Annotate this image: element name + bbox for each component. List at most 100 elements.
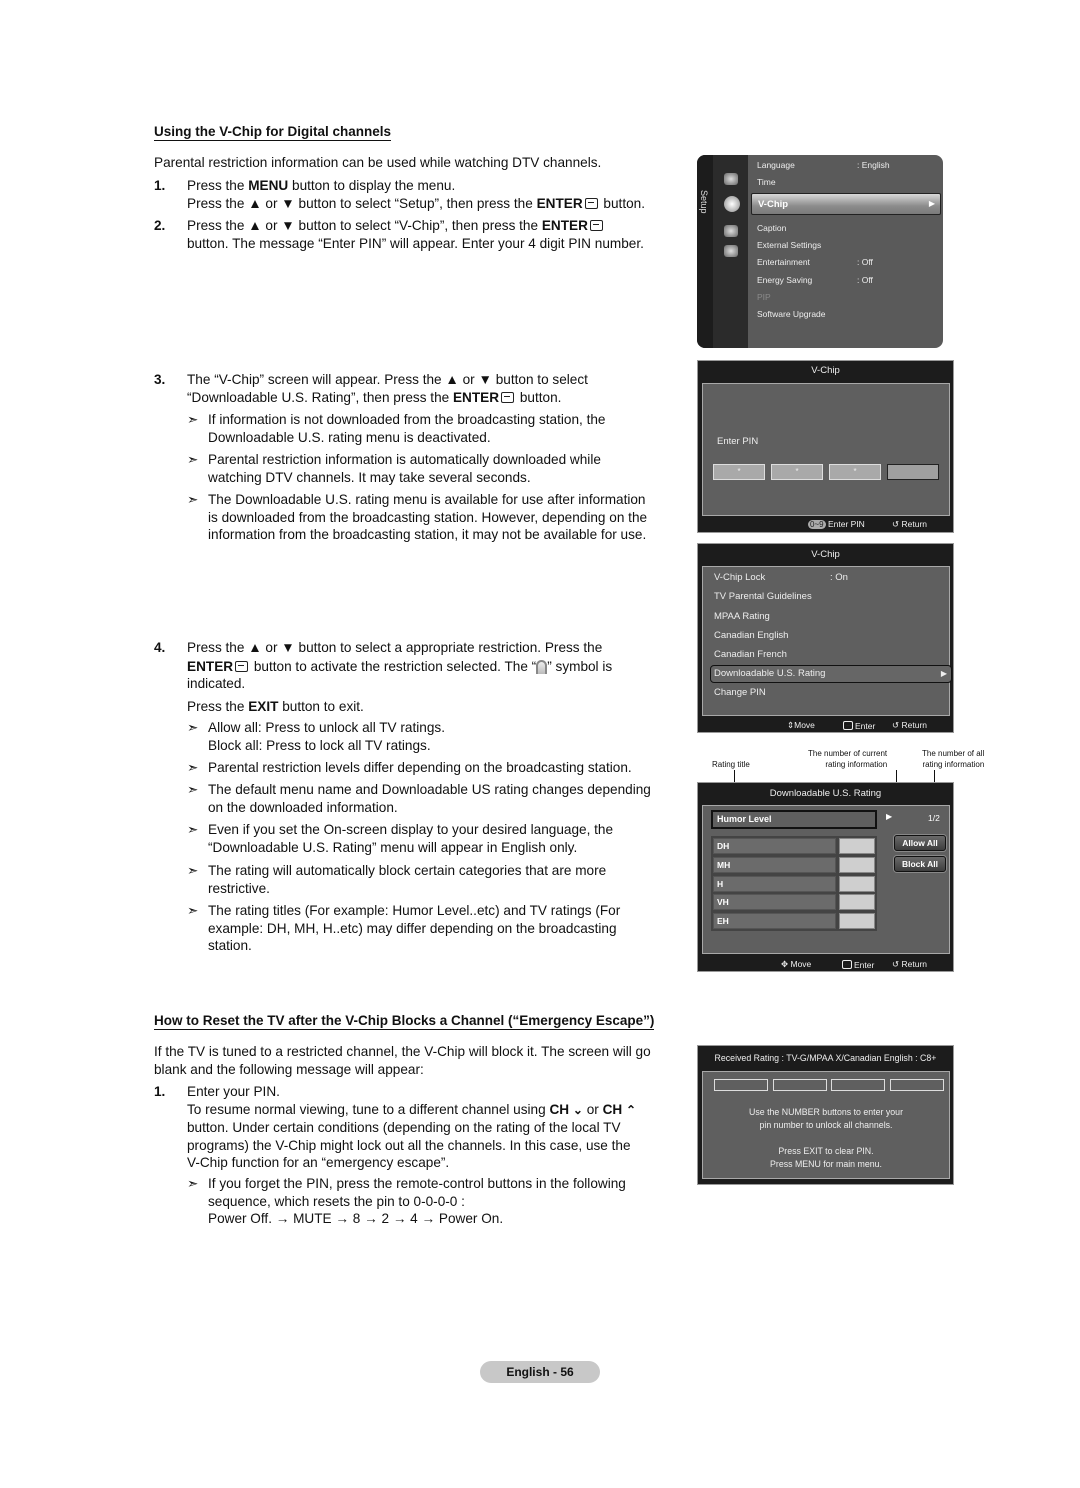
exit-menu-instructions: Press EXIT to clear PIN. Press MENU for … bbox=[703, 1145, 949, 1171]
key-enter: ENTER bbox=[452, 389, 500, 405]
menu-item-entertainment[interactable]: Entertainment: Off bbox=[757, 257, 873, 267]
text: “Downloadable U.S. Rating”, then press t… bbox=[187, 389, 453, 405]
menu-item-label: Canadian French bbox=[714, 649, 787, 660]
pin-digit-field[interactable]: * bbox=[829, 464, 881, 480]
pin-digit-field[interactable]: * bbox=[713, 464, 765, 480]
text: The default menu name and Downloadable U… bbox=[208, 782, 651, 797]
text: The number of all bbox=[922, 749, 985, 758]
rating-lock-cell[interactable] bbox=[839, 894, 875, 910]
note-arrow-icon: ➣ bbox=[187, 863, 199, 878]
menu-item-caption[interactable]: Caption bbox=[757, 223, 786, 233]
hint-label: Return bbox=[901, 959, 928, 969]
menu-item-label: External Settings bbox=[757, 240, 822, 250]
key-enter: ENTER bbox=[536, 195, 583, 211]
menu-item-time[interactable]: Time bbox=[757, 177, 776, 187]
key-exit: EXIT bbox=[248, 698, 279, 714]
text: If you forget the PIN, press the remote-… bbox=[208, 1176, 626, 1191]
rating-lock-cell[interactable] bbox=[839, 838, 875, 854]
menu-item-downloadable-us-rating[interactable]: Downloadable U.S. Rating ▶ bbox=[710, 665, 952, 683]
step-number: 4. bbox=[154, 640, 166, 655]
menu-item-label: Software Upgrade bbox=[757, 309, 826, 319]
downloadable-rating-screenshot: Downloadable U.S. Rating Humor Level ▶ 1… bbox=[697, 782, 954, 972]
note-arrow-icon: ➣ bbox=[187, 1176, 199, 1191]
note-arrow-icon: ➣ bbox=[187, 412, 199, 427]
text: Press the ▲ or ▼ button to select “Setup… bbox=[187, 195, 537, 211]
text: Use the NUMBER buttons to enter your bbox=[748, 1107, 903, 1117]
block-all-button[interactable]: Block All bbox=[894, 856, 946, 872]
text: button to activate the restriction selec… bbox=[250, 658, 537, 674]
pin-digit-field[interactable] bbox=[831, 1079, 885, 1091]
dialog-body: V-Chip Lock: On TV Parental Guidelines M… bbox=[702, 566, 952, 716]
pin-digit-field[interactable] bbox=[890, 1079, 944, 1091]
dialog-body: Enter PIN * * * bbox=[702, 383, 950, 516]
text: indicated. bbox=[187, 676, 246, 691]
allow-all-button[interactable]: Allow All bbox=[894, 835, 946, 851]
blocked-channel-screenshot: Received Rating : TV-G/MPAA X/Canadian E… bbox=[697, 1045, 954, 1185]
dialog-title: V-Chip bbox=[811, 549, 840, 560]
text: Press MENU for main menu. bbox=[770, 1159, 882, 1169]
enter-pin-label: Enter PIN bbox=[717, 436, 759, 447]
rating-row-label: VH bbox=[713, 894, 836, 910]
menu-item-pip: PIP bbox=[757, 292, 771, 302]
chevron-down-icon: ⌄ bbox=[572, 1102, 583, 1117]
pin-digit-field-active[interactable] bbox=[887, 464, 939, 480]
menu-tab-strip: Setup bbox=[697, 155, 713, 348]
menu-item-canadian-french[interactable]: Canadian French bbox=[714, 649, 787, 660]
footer-hint-return: ↺ Return bbox=[892, 720, 927, 731]
menu-item-language[interactable]: Language: English bbox=[757, 160, 890, 170]
text: button. bbox=[599, 195, 645, 211]
note-arrow-icon: ➣ bbox=[187, 903, 199, 918]
text: button. bbox=[516, 389, 562, 405]
menu-item-vchip-lock[interactable]: V-Chip Lock: On bbox=[714, 572, 848, 583]
input-icon bbox=[724, 225, 738, 237]
text: “Downloadable U.S. Rating” menu will app… bbox=[208, 839, 578, 855]
callout-rating-title: Rating title bbox=[712, 760, 750, 769]
step-number: 1. bbox=[154, 1084, 166, 1099]
menu-item-canadian-english[interactable]: Canadian English bbox=[714, 630, 788, 641]
text: Press EXIT to clear PIN. bbox=[778, 1146, 874, 1156]
pin-digit-field[interactable] bbox=[773, 1079, 827, 1091]
lock-icon bbox=[536, 659, 548, 674]
pin-digit-field[interactable] bbox=[714, 1079, 768, 1091]
menu-item-energy-saving[interactable]: Energy Saving: Off bbox=[757, 275, 873, 285]
note-arrow-icon: ➣ bbox=[187, 782, 199, 797]
text: If information is not downloaded from th… bbox=[208, 412, 606, 427]
menu-item-change-pin[interactable]: Change PIN bbox=[714, 687, 766, 698]
menu-item-software-upgrade[interactable]: Software Upgrade bbox=[757, 309, 826, 319]
text: ” symbol is bbox=[547, 658, 613, 674]
hint-label: Enter bbox=[854, 960, 875, 970]
text: Even if you set the On-screen display to… bbox=[208, 822, 614, 837]
menu-item-vchip[interactable]: V-Chip ▶ bbox=[751, 193, 941, 215]
move-icon: ✥ bbox=[781, 959, 789, 969]
hint-label: Return bbox=[901, 519, 928, 529]
vchip-menu-screenshot: V-Chip V-Chip Lock: On TV Parental Guide… bbox=[697, 543, 954, 733]
application-icon bbox=[724, 245, 738, 257]
pin-digit-field[interactable]: * bbox=[771, 464, 823, 480]
rating-lock-cell[interactable] bbox=[839, 857, 875, 873]
text: Press the ▲ or ▼ button to select a appr… bbox=[187, 640, 603, 655]
text: Press the ▲ or ▼ button to select “V-Chi… bbox=[187, 218, 542, 233]
section-heading-vchip-digital: Using the V-Chip for Digital channels bbox=[154, 124, 392, 141]
menu-item-external-settings[interactable]: External Settings bbox=[757, 240, 821, 250]
menu-item-label: Downloadable U.S. Rating bbox=[714, 668, 826, 679]
dialog-title: Downloadable U.S. Rating bbox=[769, 788, 882, 799]
text: blank and the following message will app… bbox=[154, 1061, 424, 1077]
key-ch: CH bbox=[602, 1101, 623, 1117]
section-heading-emergency-escape: How to Reset the TV after the V-Chip Blo… bbox=[154, 1013, 655, 1030]
text: programs) the V-Chip might lock out all … bbox=[187, 1137, 631, 1153]
arrow-right-icon[interactable]: ▶ bbox=[886, 812, 892, 821]
rating-row-label: DH bbox=[713, 838, 836, 854]
page-number-badge: English - 56 bbox=[480, 1361, 600, 1383]
setup-tab-label: Setup bbox=[699, 190, 709, 214]
menu-item-mpaa-rating[interactable]: MPAA Rating bbox=[714, 611, 770, 622]
menu-item-tv-parental-guidelines[interactable]: TV Parental Guidelines bbox=[714, 591, 812, 602]
key-enter: ENTER bbox=[541, 218, 588, 233]
hint-label: Return bbox=[901, 720, 928, 730]
rating-lock-cell[interactable] bbox=[839, 913, 875, 929]
text: V-Chip function for an “emergency escape… bbox=[187, 1155, 450, 1170]
arrow-right-icon: ▶ bbox=[940, 669, 947, 678]
rating-lock-cell[interactable] bbox=[839, 876, 875, 892]
text: example: DH, MH, H..etc) may differ depe… bbox=[208, 920, 617, 936]
menu-item-label: PIP bbox=[757, 292, 771, 302]
rating-title-field[interactable]: Humor Level bbox=[711, 810, 877, 829]
